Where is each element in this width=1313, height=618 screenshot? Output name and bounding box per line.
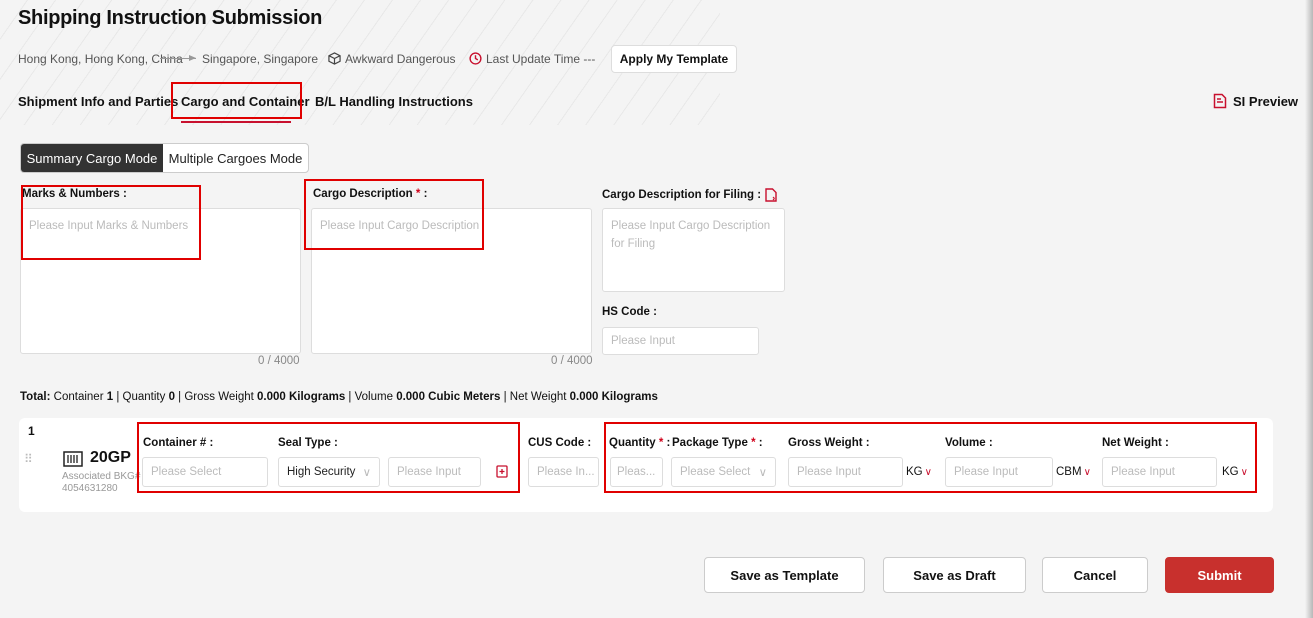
marks-numbers-textarea[interactable]: Please Input Marks & Numbers [20,208,301,354]
cargo-mode-toggle: Summary Cargo Mode Multiple Cargoes Mode [20,143,309,173]
cargo-description-label: Cargo Description * : [313,188,427,200]
last-update-label: Last Update Time --- [486,52,596,66]
container-number-label: Container # : [143,437,214,449]
net-total-label: Net Weight [509,391,567,403]
seal-type-select[interactable]: High Security ∨ [278,457,380,487]
volume-input[interactable]: Please Input [945,457,1053,487]
package-type-label-text: Package Type [672,437,748,449]
cancel-button[interactable]: Cancel [1042,557,1148,593]
marks-numbers-counter: 0 / 4000 [258,355,300,367]
seal-type-value: High Security [287,466,356,478]
si-preview-label: SI Preview [1233,93,1299,109]
gross-weight-label: Gross Weight : [788,437,870,449]
container-total-label: Container [53,391,104,403]
destination-port: Singapore, Singapore [202,52,319,66]
tab-bl-handling[interactable]: B/L Handling Instructions [315,94,473,109]
gross-total-label: Gross Weight [184,391,254,403]
net-total-value: 0.000 Kilograms [569,391,658,403]
net-weight-label: Net Weight : [1102,437,1169,449]
cargo-description-textarea[interactable]: Please Input Cargo Description [311,208,592,354]
page: Shipping Instruction Submission Hong Kon… [0,0,1313,618]
cus-code-input[interactable]: Please In... [528,457,599,487]
associated-bkg-label: Associated BKG# [62,471,141,482]
container-number-select[interactable]: Please Select [142,457,268,487]
marks-numbers-label: Marks & Numbers : [22,188,127,200]
cargo-description-counter: 0 / 4000 [551,355,593,367]
save-as-draft-button[interactable]: Save as Draft [883,557,1026,593]
quantity-input[interactable]: Pleas... [610,457,663,487]
active-tab-indicator [181,121,291,123]
quantity-label-colon: : [663,437,671,449]
chevron-down-icon: ∨ [924,466,932,478]
package-type-placeholder: Please Select [680,466,751,478]
cargo-filing-textarea[interactable]: Please Input Cargo Description for Filin… [602,208,785,292]
submit-button[interactable]: Submit [1165,557,1274,593]
volume-label: Volume : [945,437,993,449]
gross-weight-input[interactable]: Please Input [788,457,903,487]
hs-code-label: HS Code : [602,306,657,318]
gross-weight-unit: KG [906,466,923,478]
package-type-select[interactable]: Please Select ∨ [671,457,776,487]
quantity-label: Quantity * : [609,437,670,449]
volume-total-label: Volume [354,391,393,403]
save-as-template-button[interactable]: Save as Template [704,557,865,593]
chevron-down-icon: ∨ [758,467,767,479]
net-weight-input[interactable]: Please Input [1102,457,1217,487]
tab-shipment-info[interactable]: Shipment Info and Parties [18,94,178,109]
cargo-filing-label-text: Cargo Description for Filing : [602,189,762,201]
quantity-total-value: 0 [168,391,175,403]
volume-total-value: 0.000 Cubic Meters [396,391,501,403]
drag-handle-icon[interactable]: ⠿ [24,453,33,465]
totals-label: Total: [20,391,51,403]
document-icon [1213,93,1227,109]
add-seal-icon[interactable] [496,465,508,483]
chevron-down-icon: ∨ [362,467,371,479]
container-total-value: 1 [106,391,114,403]
apply-template-button[interactable]: Apply My Template [611,45,737,73]
net-weight-unit-select[interactable]: KG ∨ [1222,466,1248,478]
row-index: 1 [28,424,35,438]
origin-port: Hong Kong, Hong Kong, China [18,52,183,66]
document-edit-icon[interactable] [765,188,777,202]
totals-summary: Total: Container 1 | Quantity 0 | Gross … [20,391,658,403]
si-preview-button[interactable]: SI Preview [1213,93,1298,109]
volume-unit: CBM [1056,466,1082,478]
multiple-cargoes-mode-button[interactable]: Multiple Cargoes Mode [163,144,308,172]
gross-total-value: 0.000 Kilograms [257,391,346,403]
cargo-flag: Awkward Dangerous [328,52,456,66]
net-weight-unit: KG [1222,466,1239,478]
cargo-description-label-text: Cargo Description [313,188,413,200]
quantity-label-text: Quantity [609,437,656,449]
chevron-down-icon: ∨ [1240,466,1248,478]
seal-number-input[interactable]: Please Input [388,457,481,487]
cargo-flag-label: Awkward Dangerous [345,52,456,66]
edge-shadow [1305,0,1313,618]
cargo-filing-label: Cargo Description for Filing : [602,188,777,202]
cus-code-label: CUS Code : [528,437,592,449]
container-icon [63,451,83,467]
package-type-label-colon: : [755,437,763,449]
volume-unit-select[interactable]: CBM ∨ [1056,466,1091,478]
clock-icon [469,52,482,65]
booking-number: 4054631280 [62,483,118,494]
add-seal-icon-glyph [496,465,508,478]
label-colon: : [420,188,428,200]
package-type-label: Package Type * : [672,437,763,449]
chevron-down-icon: ∨ [1083,466,1091,478]
container-type: 20GP [90,449,131,466]
tab-cargo-container[interactable]: Cargo and Container [181,94,310,109]
route-arrow-icon [160,55,196,61]
last-update: Last Update Time --- [469,52,595,66]
quantity-total-label: Quantity [122,391,166,403]
box-icon [328,52,341,65]
gross-weight-unit-select[interactable]: KG ∨ [906,466,932,478]
page-title: Shipping Instruction Submission [18,7,323,29]
hs-code-input[interactable]: Please Input [602,327,759,355]
seal-type-label: Seal Type : [278,437,338,449]
summary-cargo-mode-button[interactable]: Summary Cargo Mode [21,144,163,172]
